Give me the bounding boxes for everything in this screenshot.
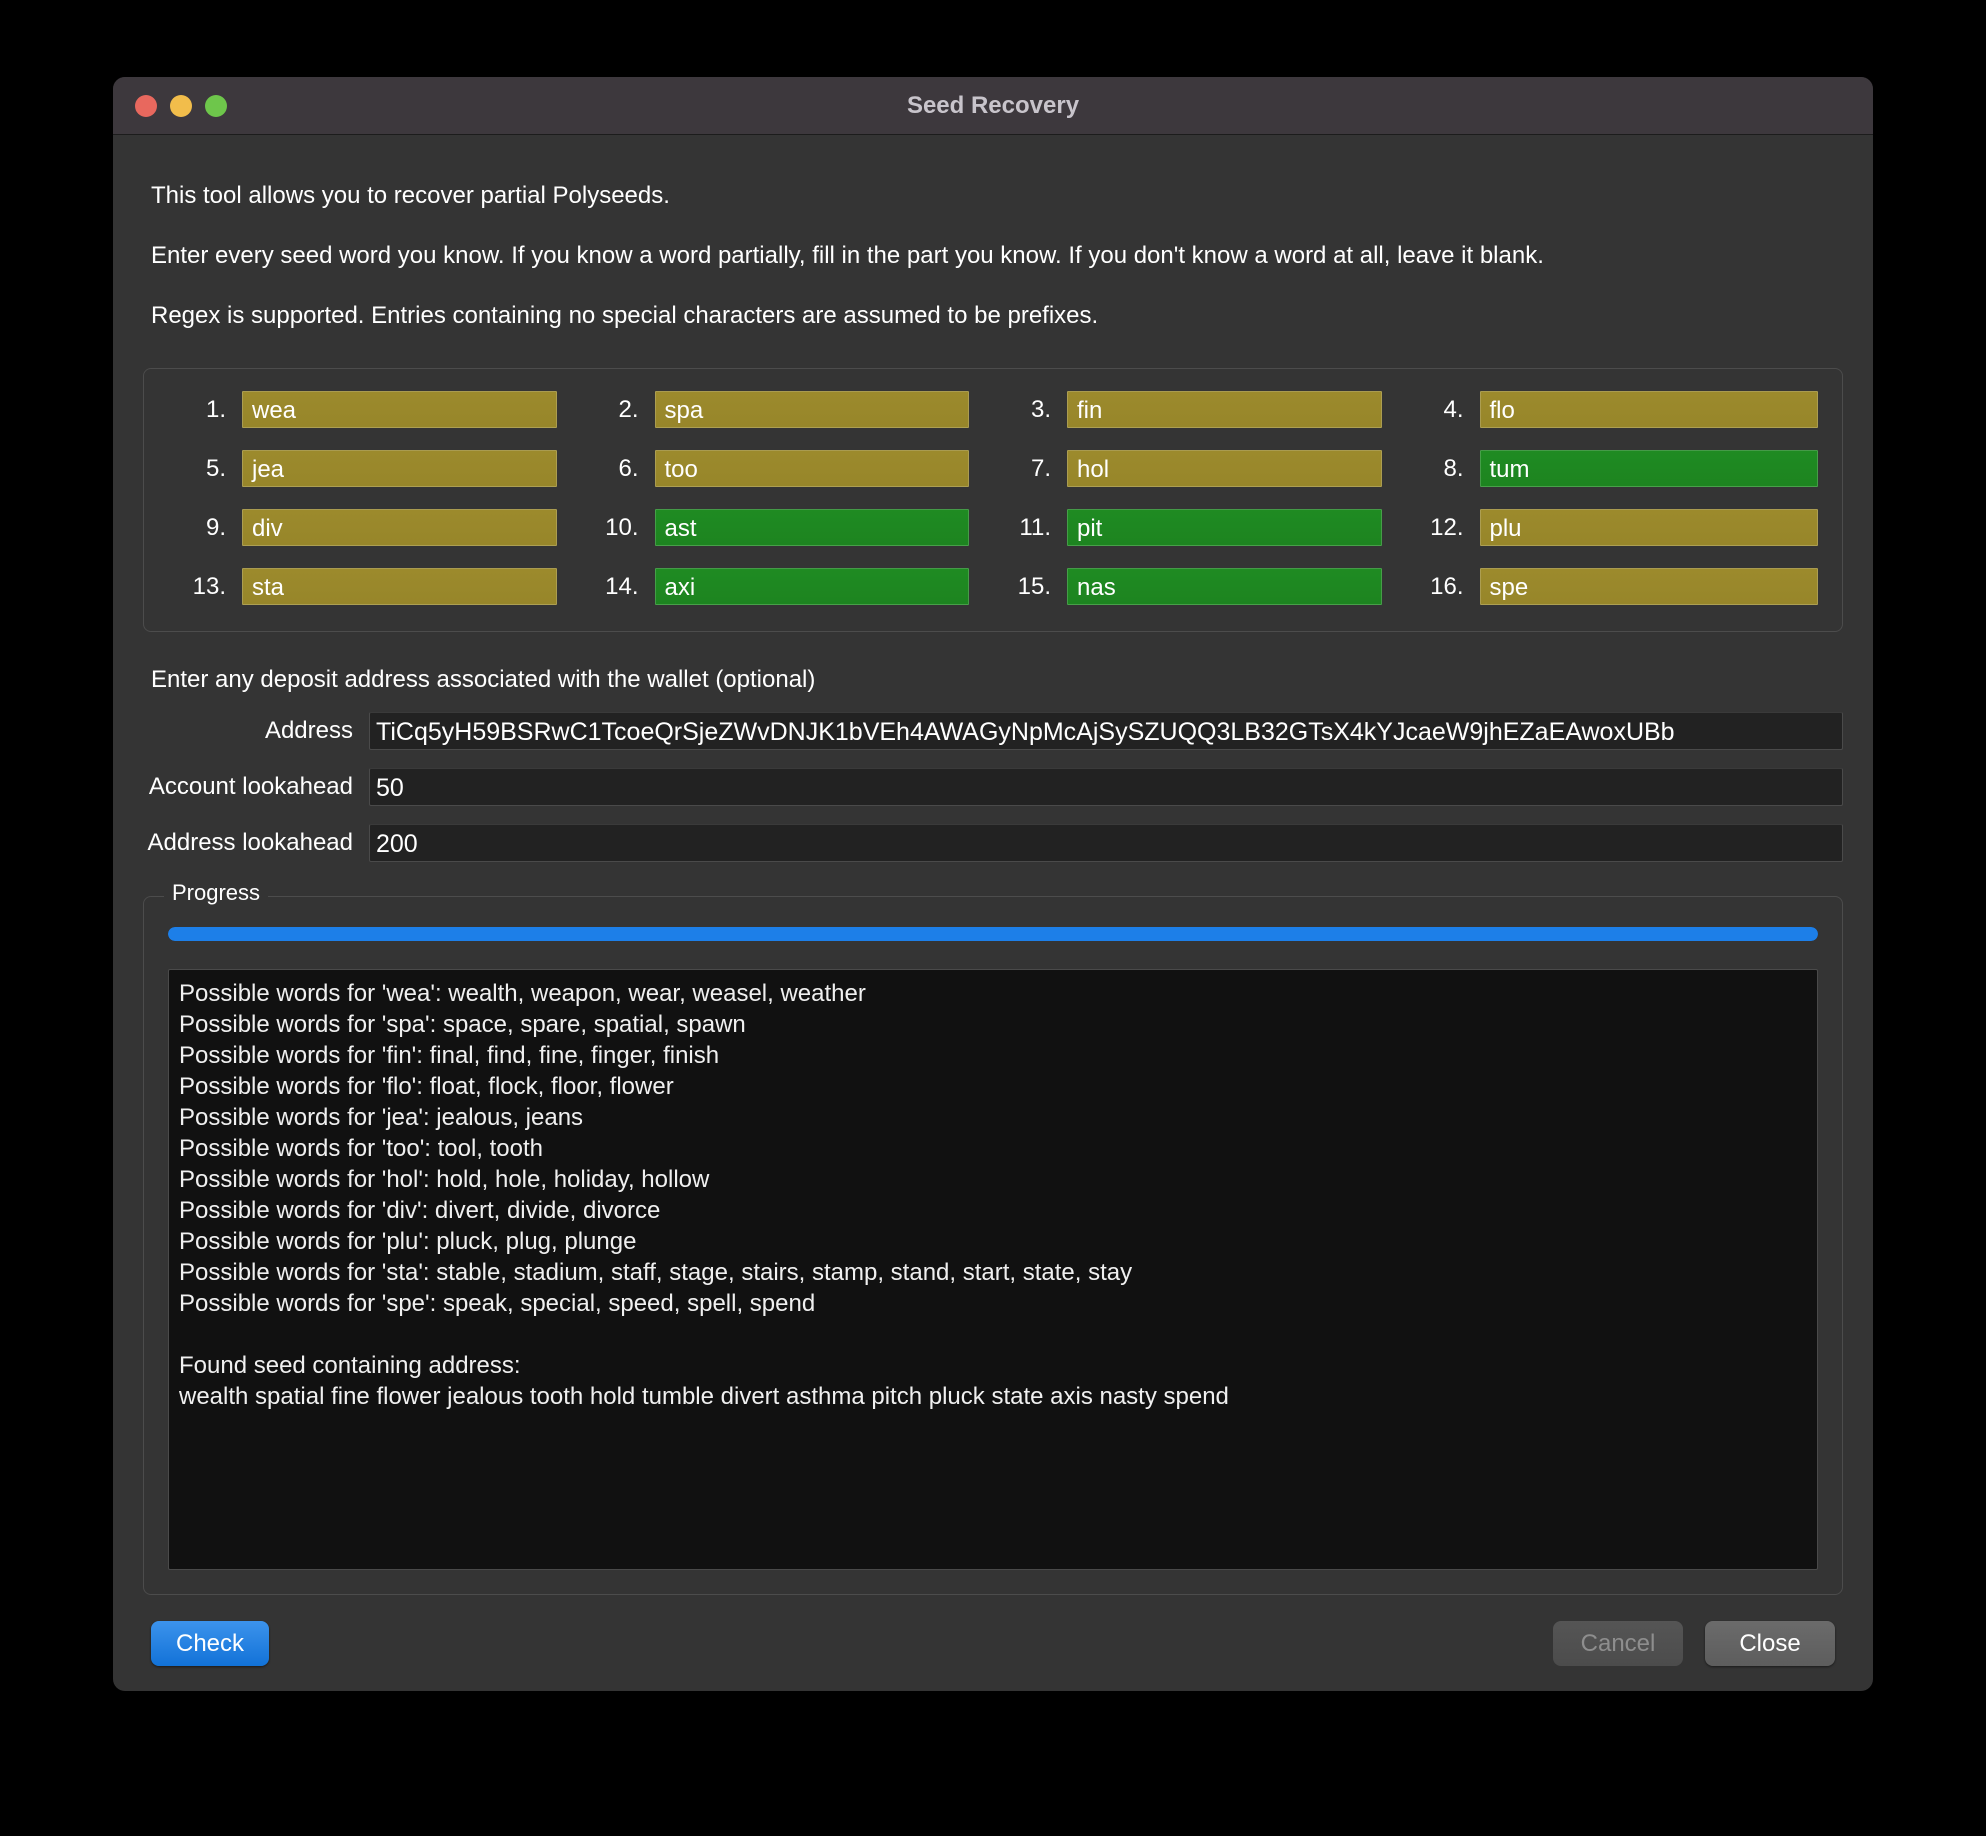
seed-word-index: 13. xyxy=(192,572,226,600)
seed-word-input[interactable]: wea xyxy=(242,391,557,428)
progress-group: Progress Possible words for 'wea': wealt… xyxy=(143,880,1843,1595)
seed-word-input[interactable]: flo xyxy=(1479,391,1818,428)
seed-word-index: 5. xyxy=(205,454,226,482)
seed-recovery-window: Seed Recovery This tool allows you to re… xyxy=(113,77,1873,1691)
seed-word-input[interactable]: plu xyxy=(1479,509,1818,546)
log-line: Possible words for 'too': tool, tooth xyxy=(179,1135,544,1162)
seed-word-cell: 3. fin xyxy=(993,391,1406,428)
seed-word-input[interactable]: ast xyxy=(654,509,969,546)
address-lookahead-input[interactable]: 200 xyxy=(369,824,1843,862)
address-label: Address xyxy=(264,717,353,744)
address-lookahead-label: Address lookahead xyxy=(147,829,353,856)
window-title: Seed Recovery xyxy=(906,91,1080,119)
cancel-button: Cancel xyxy=(1553,1620,1683,1666)
log-line: Found seed containing address: xyxy=(179,1352,521,1379)
seed-word-input[interactable]: fin xyxy=(1067,391,1382,428)
log-line: Possible words for 'spe': speak, special… xyxy=(179,1290,816,1317)
seed-word-cell: 6. too xyxy=(581,450,994,487)
address-row: Address TiCq5yH59BSRwC1TcoeQrSjeZWvDNJK1… xyxy=(143,712,1843,750)
seed-word-input[interactable]: hol xyxy=(1067,450,1382,487)
address-lookahead-row: Address lookahead 200 xyxy=(143,824,1843,862)
account-lookahead-input[interactable]: 50 xyxy=(369,768,1843,806)
seed-word-cell: 10. ast xyxy=(581,509,994,546)
log-line: Possible words for 'sta': stable, stadiu… xyxy=(179,1259,1133,1286)
seed-word-index: 1. xyxy=(205,395,226,423)
account-lookahead-label: Account lookahead xyxy=(148,773,353,800)
seed-word-cell: 5. jea xyxy=(168,450,581,487)
seed-word-cell: 8. tum xyxy=(1406,450,1818,487)
seed-word-index: 11. xyxy=(1019,513,1051,541)
dialog-footer: Check Cancel Close xyxy=(113,1595,1873,1691)
log-line: Possible words for 'hol': hold, hole, ho… xyxy=(179,1166,710,1193)
seed-word-cell: 11. pit xyxy=(993,509,1406,546)
log-line: Possible words for 'div': divert, divide… xyxy=(179,1197,661,1224)
intro-line-3: Regex is supported. Entries containing n… xyxy=(151,302,1099,329)
progress-bar-fill xyxy=(168,927,1818,941)
seed-word-grid-panel: 1. wea 2. spa 3. fin 4. flo 5. jea 6. too 7. hol 8. tum… xyxy=(143,368,1843,632)
zoom-window-icon[interactable] xyxy=(205,94,227,117)
dialog-body: This tool allows you to recover partial … xyxy=(113,135,1873,1595)
seed-word-cell: 14. axi xyxy=(581,568,994,605)
seed-word-input[interactable]: pit xyxy=(1067,509,1382,546)
seed-word-cell: 1. wea xyxy=(168,391,581,428)
seed-word-input[interactable]: sta xyxy=(242,568,557,605)
seed-word-cell: 15. nas xyxy=(993,568,1406,605)
seed-word-input[interactable]: nas xyxy=(1067,568,1382,605)
seed-word-input[interactable]: too xyxy=(654,450,969,487)
log-line: Possible words for 'flo': float, flock, … xyxy=(179,1073,674,1100)
seed-word-cell: 16. spe xyxy=(1406,568,1818,605)
seed-word-index: 9. xyxy=(205,513,226,541)
seed-word-index: 12. xyxy=(1430,513,1464,541)
close-button[interactable]: Close xyxy=(1705,1620,1835,1666)
account-lookahead-row: Account lookahead 50 xyxy=(143,768,1843,806)
seed-word-cell: 13. sta xyxy=(168,568,581,605)
log-line: Possible words for 'spa': space, spare, … xyxy=(179,1011,746,1038)
seed-word-cell: 7. hol xyxy=(993,450,1406,487)
intro-line-1: This tool allows you to recover partial … xyxy=(151,182,670,209)
log-line: Possible words for 'jea': jealous, jeans xyxy=(179,1104,584,1131)
close-window-icon[interactable] xyxy=(135,94,157,117)
seed-word-index: 2. xyxy=(618,395,639,423)
seed-word-input[interactable]: div xyxy=(242,509,557,546)
seed-word-input[interactable]: tum xyxy=(1479,450,1818,487)
seed-word-grid: 1. wea 2. spa 3. fin 4. flo 5. jea 6. too 7. hol 8. tum… xyxy=(168,391,1818,605)
log-line: Possible words for 'wea': wealth, weapon… xyxy=(179,980,866,1007)
output-log[interactable]: Possible words for 'wea': wealth, weapon… xyxy=(168,969,1818,1570)
seed-word-index: 15. xyxy=(1017,572,1051,600)
seed-word-cell: 4. flo xyxy=(1406,391,1818,428)
window-titlebar: Seed Recovery xyxy=(113,77,1873,135)
seed-word-index: 4. xyxy=(1443,395,1464,423)
seed-word-index: 7. xyxy=(1030,454,1051,482)
seed-word-cell: 12. plu xyxy=(1406,509,1818,546)
seed-word-index: 8. xyxy=(1443,454,1464,482)
log-line: Possible words for 'fin': final, find, f… xyxy=(179,1042,720,1069)
seed-word-index: 14. xyxy=(605,572,639,600)
seed-word-index: 16. xyxy=(1430,572,1464,600)
seed-word-cell: 2. spa xyxy=(581,391,994,428)
check-button[interactable]: Check xyxy=(151,1620,269,1666)
seed-word-input[interactable]: spe xyxy=(1479,568,1818,605)
log-line: Possible words for 'plu': pluck, plug, p… xyxy=(179,1228,637,1255)
traffic-light-group xyxy=(135,94,227,117)
seed-word-index: 10. xyxy=(605,513,639,541)
progress-bar xyxy=(168,927,1818,941)
intro-line-2: Enter every seed word you know. If you k… xyxy=(151,242,1544,269)
address-hint-label: Enter any deposit address associated wit… xyxy=(151,666,816,693)
seed-word-index: 6. xyxy=(618,454,639,482)
minimize-window-icon[interactable] xyxy=(170,94,192,117)
address-input[interactable]: TiCq5yH59BSRwC1TcoeQrSjeZWvDNJK1bVEh4AWA… xyxy=(369,712,1843,750)
seed-word-index: 3. xyxy=(1030,395,1051,423)
seed-word-input[interactable]: spa xyxy=(654,391,969,428)
seed-word-cell: 9. div xyxy=(168,509,581,546)
intro-text-block: This tool allows you to recover partial … xyxy=(151,135,1843,330)
seed-word-input[interactable]: jea xyxy=(242,450,557,487)
log-line: wealth spatial fine flower jealous tooth… xyxy=(179,1383,1229,1410)
progress-legend: Progress xyxy=(164,880,269,906)
seed-word-input[interactable]: axi xyxy=(654,568,969,605)
